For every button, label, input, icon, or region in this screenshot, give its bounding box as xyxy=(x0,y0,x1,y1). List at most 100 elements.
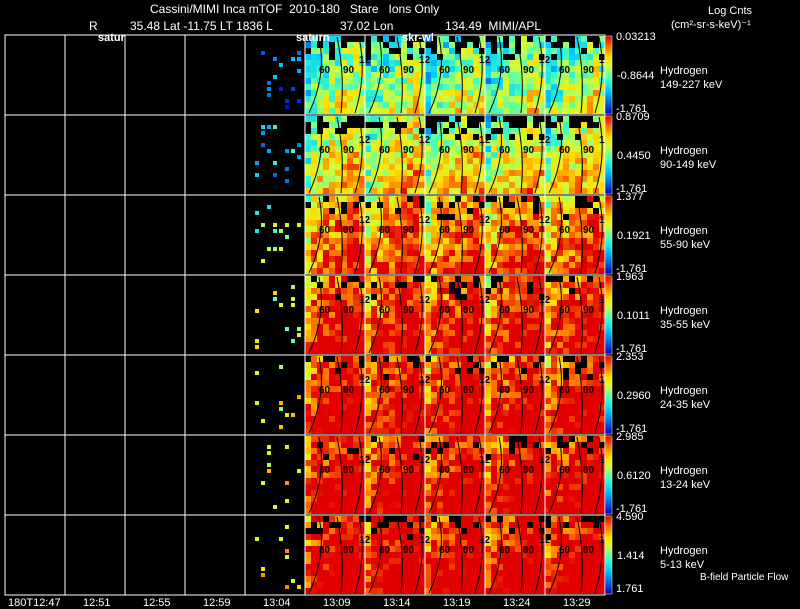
heat-cell xyxy=(383,558,389,564)
heat-cell xyxy=(273,297,277,301)
heat-cell xyxy=(491,306,497,312)
heat-cell xyxy=(557,368,563,374)
heat-cell xyxy=(261,419,265,423)
heat-cell xyxy=(515,268,521,274)
heat-cell xyxy=(545,66,551,72)
heat-cell xyxy=(389,362,395,368)
heat-cell xyxy=(545,368,551,374)
heat-cell xyxy=(485,386,491,392)
heat-cell xyxy=(551,36,557,42)
heat-cell xyxy=(407,108,413,114)
heat-cell xyxy=(503,134,509,140)
heat-cell xyxy=(443,428,449,434)
heat-cell xyxy=(491,522,497,528)
heat-cell xyxy=(389,102,395,108)
heat-cell xyxy=(563,516,569,522)
heat-cell xyxy=(371,214,377,220)
heat-cell xyxy=(587,522,593,528)
heat-cell xyxy=(485,448,491,454)
heat-cell xyxy=(569,330,575,336)
heat-cell xyxy=(335,300,341,306)
heat-cell xyxy=(407,564,413,570)
heat-cell xyxy=(449,534,455,540)
heat-cell xyxy=(545,128,551,134)
heat-cell xyxy=(305,330,311,336)
heat-cell xyxy=(527,256,533,262)
heat-cell xyxy=(425,282,431,288)
heat-cell xyxy=(437,182,443,188)
heat-cell xyxy=(425,564,431,570)
heat-cell xyxy=(497,54,503,60)
heat-cell xyxy=(305,226,311,232)
heat-cell xyxy=(437,188,443,194)
heat-cell xyxy=(521,454,527,460)
heat-cell xyxy=(395,546,401,552)
heat-cell xyxy=(575,250,581,256)
heat-cell xyxy=(443,268,449,274)
heat-cell xyxy=(491,448,497,454)
heat-cell xyxy=(461,374,467,380)
heat-cell xyxy=(377,374,383,380)
heat-cell xyxy=(311,324,317,330)
heat-cell xyxy=(389,422,395,428)
heat-cell xyxy=(317,416,323,422)
heat-cell xyxy=(425,176,431,182)
heat-cell xyxy=(353,84,359,90)
heat-cell xyxy=(515,318,521,324)
heat-cell xyxy=(365,318,371,324)
heat-cell xyxy=(509,588,515,594)
heat-cell xyxy=(383,78,389,84)
heat-cell xyxy=(437,336,443,342)
heat-cell xyxy=(311,546,317,552)
heat-cell xyxy=(305,392,311,398)
heat-cell xyxy=(365,196,371,202)
heat-cell xyxy=(317,262,323,268)
heat-cell xyxy=(305,60,311,66)
heat-cell xyxy=(383,478,389,484)
heat-cell xyxy=(359,48,365,54)
heat-cell xyxy=(407,436,413,442)
heat-cell xyxy=(437,134,443,140)
heat-cell xyxy=(285,105,289,109)
heat-cell xyxy=(509,170,515,176)
heat-cell xyxy=(335,164,341,170)
heat-cell xyxy=(545,84,551,90)
heat-cell xyxy=(509,90,515,96)
contour-label: 60 xyxy=(559,545,571,556)
heat-cell xyxy=(323,244,329,250)
heat-cell xyxy=(371,428,377,434)
heat-cell xyxy=(383,582,389,588)
heat-cell xyxy=(359,96,365,102)
heat-cell xyxy=(341,516,347,522)
heat-cell xyxy=(347,454,353,460)
heat-cell xyxy=(317,534,323,540)
heat-cell xyxy=(479,484,485,490)
heat-cell xyxy=(383,496,389,502)
heat-cell xyxy=(509,398,515,404)
heat-cell xyxy=(443,348,449,354)
heat-cell xyxy=(557,528,563,534)
heat-cell xyxy=(545,96,551,102)
heat-cell xyxy=(407,164,413,170)
heat-cell xyxy=(383,238,389,244)
heat-cell xyxy=(377,454,383,460)
heat-cell xyxy=(533,90,539,96)
heat-cell xyxy=(491,214,497,220)
heat-cell xyxy=(383,330,389,336)
heat-cell xyxy=(563,502,569,508)
heat-cell xyxy=(377,570,383,576)
heat-cell xyxy=(455,404,461,410)
heat-cell xyxy=(545,170,551,176)
heat-cell xyxy=(545,582,551,588)
heat-cell xyxy=(503,282,509,288)
contour-label: 90 xyxy=(403,465,415,476)
heat-cell xyxy=(341,442,347,448)
heat-cell xyxy=(389,496,395,502)
heat-cell xyxy=(503,78,509,84)
heat-cell xyxy=(395,588,401,594)
heat-cell xyxy=(395,472,401,478)
heat-cell xyxy=(533,484,539,490)
heat-cell xyxy=(347,196,353,202)
heat-cell xyxy=(563,102,569,108)
heat-cell xyxy=(509,534,515,540)
